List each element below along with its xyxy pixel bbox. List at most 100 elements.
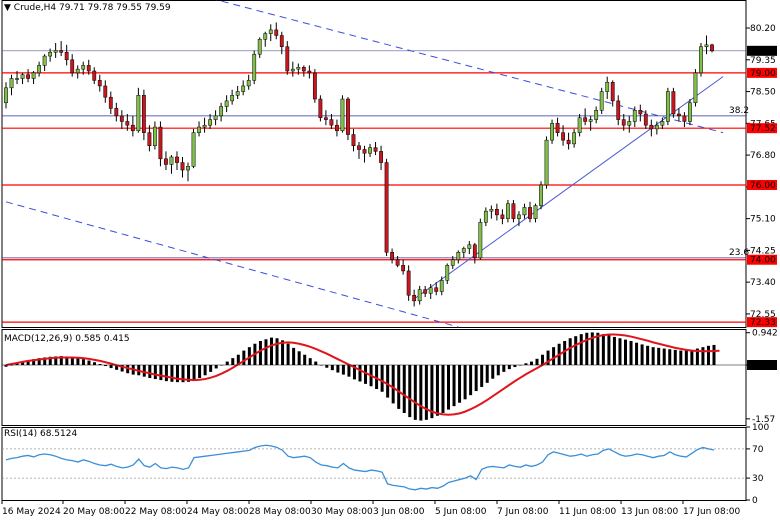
macd-hist-bar — [292, 347, 296, 365]
candle-body — [544, 139, 549, 186]
candle-body — [340, 98, 345, 132]
candle-body — [638, 109, 643, 115]
symbol-label: Crude,H4 — [13, 3, 57, 13]
rsi-y-tick-label: 70 — [752, 445, 764, 455]
candle-body — [70, 59, 75, 74]
candle-body — [53, 50, 58, 53]
macd-hist-bar — [618, 338, 622, 365]
candle-body — [594, 109, 599, 120]
candle-body — [384, 162, 389, 253]
macd-hist-bar — [535, 358, 539, 365]
x-tick-label: 11 Jun 08:00 — [559, 507, 616, 517]
candle-body — [511, 203, 516, 219]
candle-body — [632, 109, 637, 122]
chart-window: 80.2079.3578.5077.6576.8075.9575.1074.25… — [0, 0, 780, 520]
rsi-panel-frame — [1, 427, 747, 501]
candle-body — [406, 270, 411, 296]
candle-body — [395, 259, 400, 266]
candle-body — [434, 287, 439, 292]
x-tick-label: 16 May 2024 — [2, 507, 61, 517]
candle-body — [318, 98, 323, 118]
macd-hist-bar — [424, 365, 428, 420]
candle-body — [605, 81, 610, 92]
macd-hist-bar — [303, 354, 307, 365]
macd-hist-bar — [524, 363, 528, 365]
candle-body — [335, 124, 339, 132]
ohlc-values: 79.71 79.78 79.55 79.59 — [58, 3, 171, 13]
macd-hist-bar — [314, 361, 318, 365]
candle-body — [285, 46, 290, 72]
x-tick-label: 30 May 08:00 — [311, 507, 373, 517]
candle-body — [522, 207, 527, 216]
candle-body — [324, 117, 328, 120]
y-tick-label: 73.40 — [750, 278, 776, 288]
candle-body — [428, 287, 433, 294]
macd-hist-bar — [552, 347, 556, 365]
macd-hist-bar — [325, 365, 329, 368]
candle-body — [307, 70, 312, 74]
macd-hist-bar — [391, 365, 395, 404]
macd-hist-bar — [286, 343, 290, 365]
x-tick-label: 13 Jun 08:00 — [621, 507, 678, 517]
macd-title: MACD(12,26,9) — [4, 334, 73, 344]
fib-level-label: 23.6 — [729, 248, 749, 258]
macd-hist-bar — [297, 351, 301, 365]
macd-hist-bar — [441, 365, 445, 413]
support-level-label: 76.00 — [750, 181, 776, 191]
dropdown-triangle-icon[interactable]: ▼ — [4, 3, 11, 13]
candle-body — [274, 29, 279, 36]
candle-body — [312, 72, 317, 100]
macd-hist-bar — [242, 350, 246, 365]
macd-hist-bar — [463, 365, 467, 400]
macd-hist-bar — [308, 358, 312, 365]
rsi-title: RSI(14) — [4, 429, 38, 439]
macd-header: MACD(12,26,9) 0.585 0.415 — [4, 334, 130, 344]
candle-body — [467, 244, 472, 249]
macd-hist-bar — [612, 336, 616, 365]
macd-hist-bar — [347, 365, 351, 377]
candle-body — [246, 80, 251, 87]
macd-hist-bar — [198, 365, 202, 379]
macd-hist-bar — [203, 365, 207, 376]
macd-hist-bar — [651, 347, 655, 365]
macd-hist-bar — [601, 334, 605, 365]
candle-body — [268, 29, 273, 34]
candle-body — [572, 132, 577, 145]
candle-body — [450, 259, 455, 266]
macd-hist-bar — [330, 365, 334, 371]
candle-body — [472, 244, 477, 259]
candle-body — [588, 119, 593, 122]
candle-body — [362, 149, 367, 154]
macd-y-tick-label: 0.942 — [752, 329, 778, 339]
candle-body — [439, 280, 444, 292]
macd-hist-bar — [480, 365, 484, 387]
y-tick-label: 78.50 — [750, 88, 776, 98]
candle-body — [257, 38, 262, 55]
candle-body — [693, 72, 698, 104]
macd-hist-bar — [607, 335, 611, 365]
candle-body — [175, 156, 179, 163]
candle-body — [373, 147, 378, 152]
candle-body — [296, 67, 301, 70]
candle-body — [37, 65, 41, 74]
channel-lower-line — [5, 201, 459, 328]
candle-body — [9, 78, 14, 89]
candle-body — [186, 166, 190, 171]
macd-hist-bar — [402, 365, 406, 413]
macd-hist-bar — [170, 365, 174, 382]
candle-body — [169, 156, 174, 165]
candle-body — [75, 68, 80, 74]
candle-body — [461, 248, 466, 253]
rsi-line — [5, 444, 715, 491]
x-tick-label: 28 May 08:00 — [249, 507, 311, 517]
macd-hist-bar — [87, 360, 91, 365]
x-tick-label: 24 May 08:00 — [187, 507, 249, 517]
current-price-label: 79.59 — [750, 47, 776, 57]
macd-hist-bar — [93, 362, 96, 365]
candle-body — [208, 119, 212, 126]
candle-body — [252, 53, 257, 81]
macd-hist-bar — [435, 365, 439, 416]
candle-body — [561, 132, 565, 141]
candle-body — [710, 44, 714, 52]
macd-hist-bar — [336, 365, 340, 373]
